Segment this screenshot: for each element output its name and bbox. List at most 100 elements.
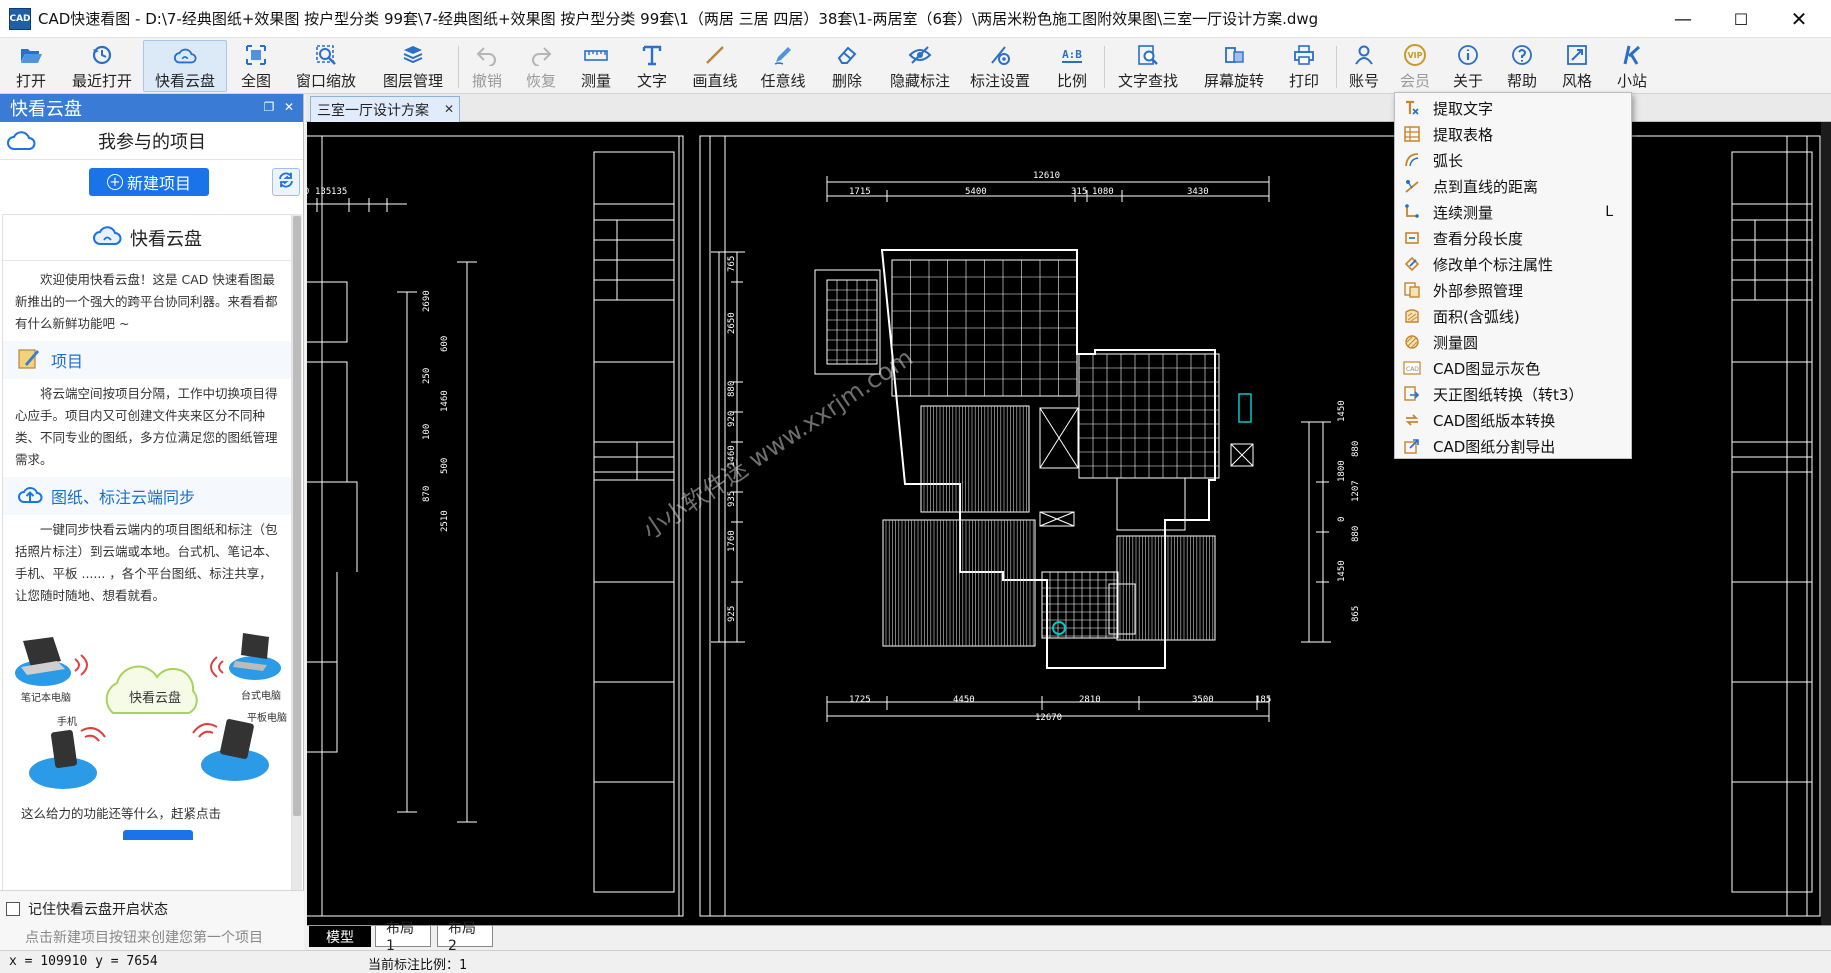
menu-item-split-export[interactable]: CAD图纸分割导出	[1395, 433, 1631, 459]
tangent-convert-icon	[1403, 385, 1421, 403]
menu-item-continuous-measure[interactable]: 连续测量 L	[1395, 199, 1631, 225]
toolbar-help-button[interactable]: 帮助	[1500, 40, 1544, 92]
svg-text:2510: 2510	[440, 510, 450, 532]
maximize-button[interactable]: ☐	[1713, 0, 1769, 38]
edit-dimension-icon	[1403, 255, 1421, 273]
menu-item-gray-display[interactable]: CAD CAD图显示灰色	[1395, 355, 1631, 381]
close-panel-icon[interactable]: ✕	[282, 100, 296, 114]
cloud-teaser-text: 这么给力的功能还等什么，赶紧点击	[21, 806, 222, 821]
toolbar-site-button[interactable]: 小站	[1610, 40, 1654, 92]
layout-tab-2[interactable]: 布局2	[437, 921, 493, 954]
toolbar-zoom-window-button[interactable]: 窗口缩放	[290, 40, 362, 92]
undo-icon	[475, 43, 499, 67]
menu-item-segment-length[interactable]: 查看分段长度	[1395, 225, 1631, 251]
minimize-button[interactable]: —	[1655, 0, 1711, 38]
menu-item-area[interactable]: 面积(含弧线)	[1395, 303, 1631, 329]
menu-item-xref[interactable]: 外部参照管理	[1395, 277, 1631, 303]
scale-icon: A:B	[1062, 47, 1082, 63]
close-tab-icon[interactable]: ✕	[444, 102, 454, 116]
new-project-hint: 点击新建项目按钮来创建您第一个项目	[25, 930, 263, 946]
segment-length-icon	[1403, 229, 1421, 247]
toolbar-style-button[interactable]: 风格	[1555, 40, 1599, 92]
toolbar-layers-button[interactable]: 图层管理	[377, 40, 449, 92]
redo-icon	[529, 43, 553, 67]
svg-text:3500: 3500	[1192, 695, 1214, 705]
teaser-button-edge[interactable]	[123, 830, 193, 840]
ruler-icon	[584, 43, 608, 67]
svg-text:1760: 1760	[727, 530, 737, 552]
point-line-distance-icon	[1403, 177, 1421, 195]
menu-item-tangent-convert[interactable]: 天正图纸转换（转t3）	[1395, 381, 1631, 407]
new-project-button[interactable]: + 新建项目	[89, 168, 209, 196]
layout-tab-model[interactable]: 模型	[309, 926, 371, 947]
toolbar-freehand-button[interactable]: 任意线	[756, 40, 810, 92]
zoom-window-icon	[314, 43, 338, 67]
toolbar-open-button[interactable]: 打开	[8, 40, 54, 92]
diagram-center-label: 快看云盘	[129, 691, 182, 706]
toolbar-fit-button[interactable]: 全图	[234, 40, 278, 92]
svg-text:5400: 5400	[965, 187, 987, 197]
menu-item-extract-table[interactable]: 提取表格	[1395, 121, 1631, 147]
toolbar-hide-dimension-button[interactable]: 隐藏标注	[884, 40, 956, 92]
menu-item-edit-dimension[interactable]: 修改单个标注属性	[1395, 251, 1631, 277]
toolbar-about-button[interactable]: 关于	[1446, 40, 1490, 92]
remember-cloud-state-option[interactable]: 记住快看云盘开启状态	[6, 899, 168, 919]
printer-icon	[1292, 43, 1316, 67]
cloud-panel-scrollbar[interactable]	[292, 214, 302, 892]
toolbar-rotate-screen-button[interactable]: 屏幕旋转	[1198, 40, 1270, 92]
svg-text:765: 765	[727, 256, 737, 272]
restore-panel-icon[interactable]: ❐	[262, 100, 276, 114]
diagram-laptop-label: 笔记本电脑	[21, 693, 71, 704]
toolbar-redo-button[interactable]: 恢复	[519, 40, 563, 92]
toolbar-dimension-settings-button[interactable]: 标注设置	[964, 40, 1036, 92]
text-icon	[640, 43, 664, 67]
toolbar-separator	[458, 46, 459, 88]
svg-text:880: 880	[727, 381, 737, 397]
canvas-vertical-scrollbar[interactable]	[1821, 122, 1831, 925]
site-icon	[1620, 43, 1644, 67]
layout-tab-1[interactable]: 布局1	[375, 921, 431, 954]
folder-open-icon	[19, 43, 43, 67]
diagram-desktop-label: 台式电脑	[241, 691, 281, 702]
close-window-button[interactable]: ✕	[1771, 0, 1827, 38]
menu-item-measure-circle[interactable]: 测量圆	[1395, 329, 1631, 355]
refresh-button[interactable]	[272, 168, 300, 196]
new-project-row: + 新建项目	[0, 160, 303, 202]
toolbar-print-button[interactable]: 打印	[1282, 40, 1326, 92]
toolbar-recent-button[interactable]: 最近打开	[66, 40, 138, 92]
toolbar-cloud-button[interactable]: 快看云盘	[143, 40, 227, 92]
cloud-brand-icon	[92, 224, 122, 252]
toolbar-delete-button[interactable]: 删除	[824, 40, 870, 92]
cursor-coordinates: x = 109910 y = 7654	[9, 954, 158, 969]
help-icon	[1510, 43, 1534, 67]
menu-item-arc-length[interactable]: 弧长	[1395, 147, 1631, 173]
plus-circle-icon: +	[106, 174, 123, 190]
toolbar-text-search-button[interactable]: 文字查找	[1112, 40, 1184, 92]
style-icon	[1565, 43, 1589, 67]
menu-item-version-convert[interactable]: CAD图纸版本转换	[1395, 407, 1631, 433]
svg-text:1080: 1080	[1092, 187, 1114, 197]
svg-text:1450: 1450	[1337, 560, 1347, 582]
extract-table-icon	[1403, 125, 1421, 143]
title-bar: CAD CAD快速看图 - D:\7-经典图纸+效果图 按户型分类 99套\7-…	[0, 0, 1831, 38]
fit-icon	[244, 43, 268, 67]
cloud-brand-row: 快看云盘	[3, 215, 291, 261]
toolbar-account-button[interactable]: 账号	[1342, 40, 1386, 92]
toolbar-scale-button[interactable]: A:B 比例	[1050, 40, 1094, 92]
remember-cloud-state-checkbox[interactable]	[6, 902, 20, 916]
toolbar-text-button[interactable]: 文字	[630, 40, 674, 92]
toolbar-separator	[1336, 46, 1337, 88]
toolbar-undo-button[interactable]: 撤销	[465, 40, 509, 92]
svg-text:500: 500	[440, 458, 450, 474]
menu-item-extract-text[interactable]: 提取文字	[1395, 95, 1631, 121]
menu-item-point-line-distance[interactable]: 点到直线的距离	[1395, 173, 1631, 199]
svg-text:400: 400	[307, 187, 309, 197]
toolbar-measure-button[interactable]: 测量	[574, 40, 618, 92]
eye-hide-icon	[908, 43, 932, 67]
cloud-intro-scroll-area[interactable]: 快看云盘 欢迎使用快看云盘！这是 CAD 快速看图最新推出的一个强大的跨平台协同…	[2, 214, 292, 892]
toolbar-vip-button[interactable]: VIP 会员	[1393, 40, 1437, 92]
document-tab[interactable]: 三室一厅设计方案 ✕	[310, 96, 460, 122]
cloud-panel-scroll-thumb[interactable]	[293, 216, 301, 816]
toolbar-line-button[interactable]: 画直线	[688, 40, 742, 92]
cloud-panel-header: 快看云盘 ❐ ✕	[0, 94, 303, 122]
